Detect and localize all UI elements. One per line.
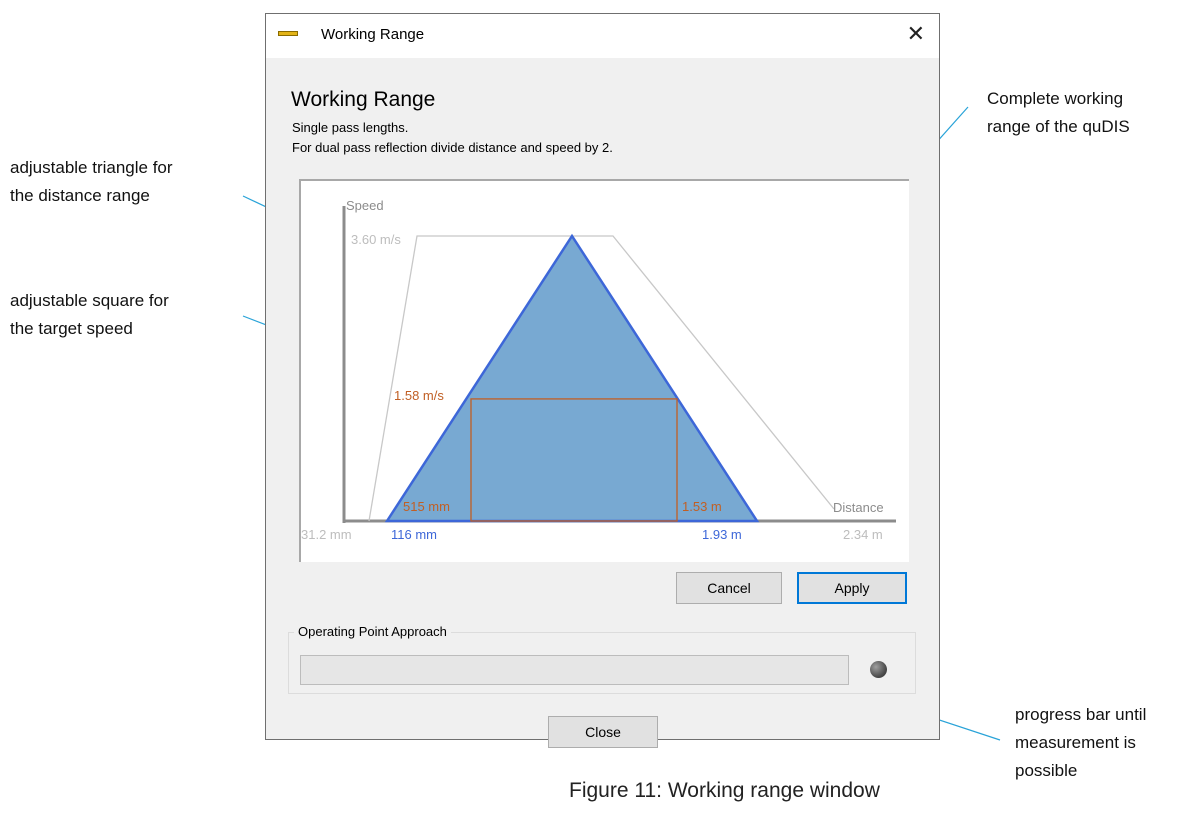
- min-distance-label: 31.2 mm: [301, 527, 352, 542]
- page-title: Working Range: [291, 88, 436, 111]
- annotation-triangle-line1: adjustable triangle for: [10, 158, 173, 177]
- square-end-label: 1.53 m: [682, 499, 722, 514]
- figure-caption: Figure 11: Working range window: [569, 779, 880, 802]
- distance-triangle[interactable]: [384, 233, 760, 523]
- apply-button[interactable]: Apply: [797, 572, 907, 604]
- cancel-button[interactable]: Cancel: [676, 572, 782, 604]
- close-button[interactable]: Close: [548, 716, 658, 748]
- description-line-2: For dual pass reflection divide distance…: [292, 140, 613, 155]
- annotation-range: Complete working range of the quDIS: [987, 85, 1130, 141]
- operating-point-progress-bar: [300, 655, 849, 685]
- close-icon[interactable]: ✕: [907, 21, 925, 47]
- working-range-chart[interactable]: Speed Distance 3.60 m/s 1.58 m/s 31.2 mm…: [299, 179, 911, 564]
- annotation-triangle-line2: the distance range: [10, 186, 150, 205]
- target-speed-label: 1.58 m/s: [394, 388, 444, 403]
- annotation-square-line1: adjustable square for: [10, 291, 169, 310]
- annotation-range-line2: range of the quDIS: [987, 117, 1130, 136]
- description-line-1: Single pass lengths.: [292, 120, 409, 135]
- ruler-icon: [278, 31, 298, 36]
- x-axis-label: Distance: [833, 500, 884, 515]
- square-start-label: 515 mm: [403, 499, 450, 514]
- status-led-icon: [870, 661, 887, 678]
- annotation-triangle: adjustable triangle for the distance ran…: [10, 154, 173, 210]
- annotation-progress-line1: progress bar until: [1015, 705, 1147, 724]
- window-title: Working Range: [321, 26, 425, 43]
- working-range-plot[interactable]: Speed Distance 3.60 m/s 1.58 m/s 31.2 mm…: [299, 179, 909, 562]
- annotation-progress-line3: possible: [1015, 761, 1078, 780]
- working-range-dialog: Working Range ✕ Working Range Single pas…: [265, 13, 940, 748]
- max-distance-label: 2.34 m: [843, 527, 883, 542]
- annotation-square: adjustable square for the target speed: [10, 287, 169, 343]
- title-bar: Working Range ✕: [266, 14, 939, 58]
- max-speed-label: 3.60 m/s: [351, 232, 401, 247]
- annotation-progress: progress bar until measurement is possib…: [1015, 701, 1146, 785]
- range-start-label: 116 mm: [391, 527, 437, 542]
- annotation-progress-line2: measurement is: [1015, 733, 1136, 752]
- range-end-label: 1.93 m: [702, 527, 742, 542]
- operating-point-label: Operating Point Approach: [294, 624, 451, 639]
- y-axis-label: Speed: [346, 198, 384, 213]
- annotation-square-line2: the target speed: [10, 319, 133, 338]
- annotation-range-line1: Complete working: [987, 89, 1124, 108]
